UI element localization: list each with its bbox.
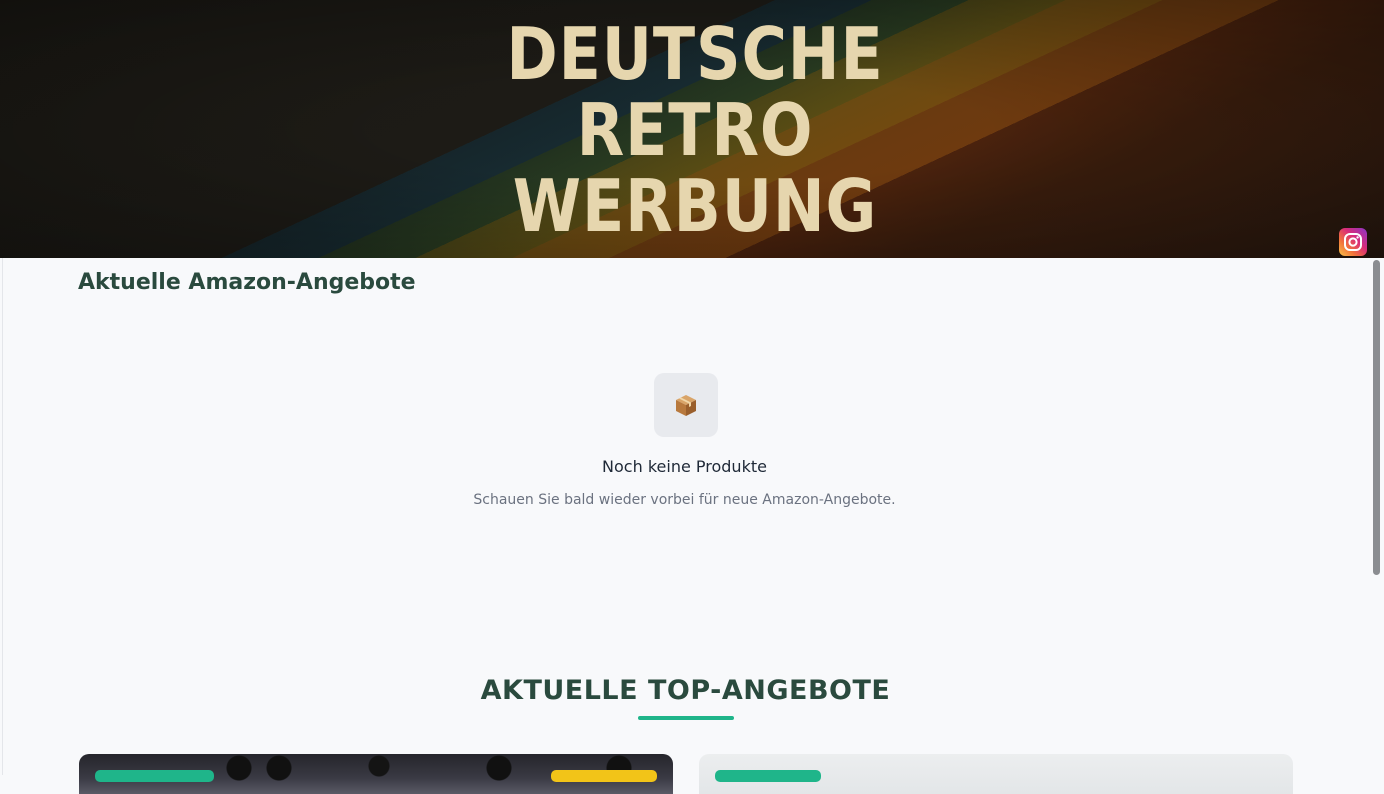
offer-badge [715, 770, 821, 782]
offer-card[interactable] [699, 754, 1293, 794]
scrollbar-thumb[interactable] [1373, 260, 1380, 575]
banner-title-line: DEUTSCHE [506, 12, 884, 96]
discount-badge [551, 770, 657, 782]
offer-badge [95, 770, 214, 782]
banner-title-line: WERBUNG [512, 164, 878, 248]
instagram-glyph [1344, 233, 1362, 251]
banner-logo: DEUTSCHE RETRO WERBUNG [506, 16, 882, 244]
top-offers-title: AKTUELLE TOP-ANGEBOTE [480, 675, 891, 706]
empty-state-title: Noch keine Produkte [602, 457, 767, 476]
section-title: Aktuelle Amazon-Angebote [78, 270, 416, 295]
banner-title-line: RETRO [576, 88, 814, 172]
instagram-icon[interactable] [1339, 228, 1367, 256]
empty-state-subtitle: Schauen Sie bald wieder vorbei für neue … [473, 492, 896, 508]
package-icon [654, 373, 718, 437]
offer-card[interactable] [79, 754, 673, 794]
package-glyph [676, 395, 696, 416]
title-underline [638, 716, 734, 720]
header-banner: DEUTSCHE RETRO WERBUNG [0, 0, 1384, 258]
